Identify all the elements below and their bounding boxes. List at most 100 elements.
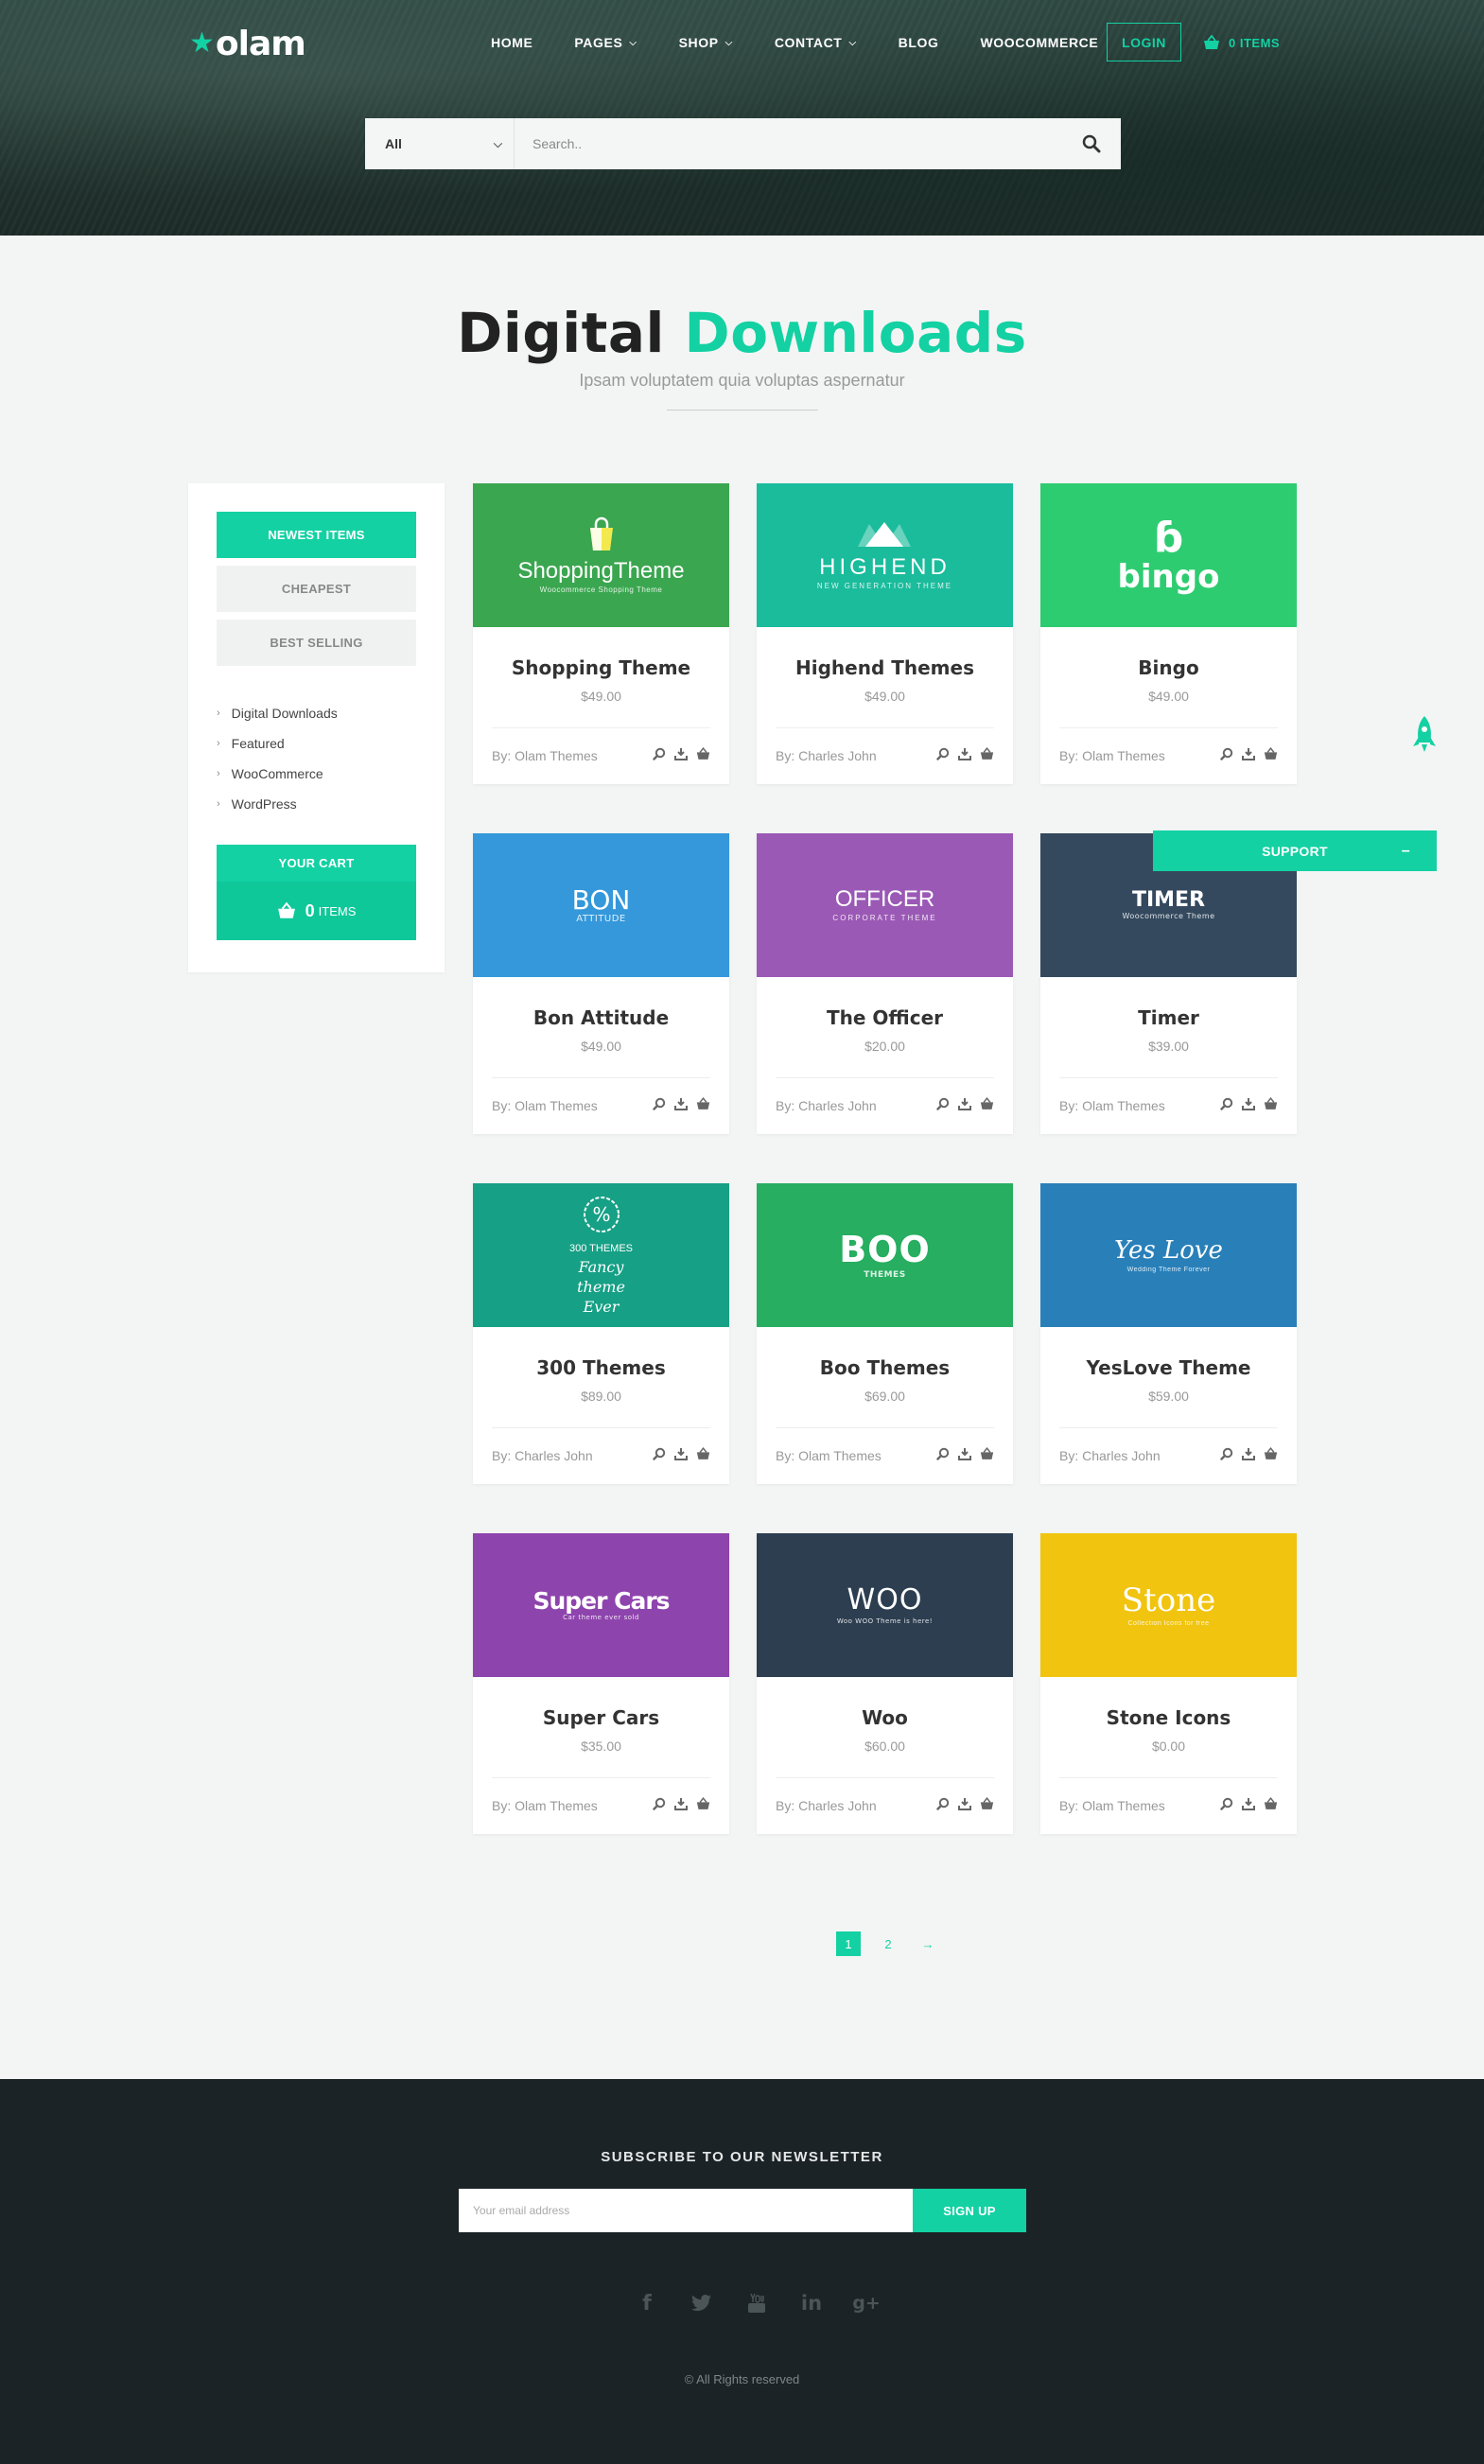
product-card[interactable]: Super Cars Car theme ever sold Super Cars $… — [473, 1533, 729, 1834]
add-to-cart-icon[interactable] — [980, 747, 994, 760]
download-icon[interactable] — [1242, 1447, 1255, 1460]
product-title[interactable]: 300 Themes — [473, 1356, 729, 1379]
quick-view-icon[interactable] — [653, 747, 666, 760]
quick-view-icon[interactable] — [936, 1797, 950, 1810]
nav-contact[interactable]: CONTACT ⌵ — [775, 35, 857, 50]
add-to-cart-icon[interactable] — [696, 747, 710, 760]
download-icon[interactable] — [1242, 1797, 1255, 1810]
twitter-icon[interactable] — [674, 2295, 729, 2312]
next-page-arrow-icon[interactable]: → — [916, 1931, 940, 1956]
download-icon[interactable] — [674, 1447, 688, 1460]
product-title[interactable]: Woo — [757, 1706, 1013, 1729]
add-to-cart-icon[interactable] — [980, 1447, 994, 1460]
product-card[interactable]: OFFICER CORPORATE THEME The Officer $20.00 B… — [757, 833, 1013, 1134]
product-author[interactable]: By: Olam Themes — [776, 1448, 882, 1463]
facebook-icon[interactable]: f — [620, 2292, 674, 2315]
product-author[interactable]: By: Charles John — [492, 1448, 593, 1463]
sort-cheapest-button[interactable]: CHEAPEST — [217, 566, 416, 612]
add-to-cart-icon[interactable] — [1264, 1447, 1278, 1460]
download-icon[interactable] — [958, 1097, 971, 1110]
product-title[interactable]: Super Cars — [473, 1706, 729, 1729]
add-to-cart-icon[interactable] — [1264, 1097, 1278, 1110]
product-title[interactable]: Highend Themes — [757, 656, 1013, 679]
product-card[interactable]: Stone Collection Icons for free Stone Icon… — [1040, 1533, 1297, 1834]
search-button[interactable] — [1062, 118, 1121, 169]
quick-view-icon[interactable] — [936, 1447, 950, 1460]
product-author[interactable]: By: Olam Themes — [1059, 1098, 1165, 1113]
product-thumbnail[interactable]: % 300 THEMES Fancy theme Ever — [473, 1183, 729, 1327]
header-cart-link[interactable]: 0 ITEMS — [1203, 23, 1280, 62]
product-card[interactable]: TIMER Woocommerce Theme Timer $39.00 By: Ola… — [1040, 833, 1297, 1134]
product-card[interactable]: Yes Love Wedding Theme Forever YesLove The… — [1040, 1183, 1297, 1484]
product-author[interactable]: By: Charles John — [776, 748, 877, 763]
product-author[interactable]: By: Olam Themes — [492, 1098, 598, 1113]
nav-woocommerce[interactable]: WOOCOMMERCE — [980, 35, 1098, 50]
product-author[interactable]: By: Olam Themes — [492, 1798, 598, 1813]
linkedin-icon[interactable]: in — [784, 2292, 839, 2315]
sort-newest-button[interactable]: NEWEST ITEMS — [217, 512, 416, 558]
product-card[interactable]: ɓ bingo Bingo $49.00 By: Olam Themes — [1040, 483, 1297, 784]
download-icon[interactable] — [674, 1097, 688, 1110]
product-thumbnail[interactable]: ɓ bingo — [1040, 483, 1297, 627]
product-title[interactable]: The Officer — [757, 1006, 1013, 1029]
page-1-button[interactable]: 1 — [836, 1931, 861, 1956]
search-category-select[interactable]: All ⌵ — [365, 118, 515, 169]
add-to-cart-icon[interactable] — [696, 1097, 710, 1110]
add-to-cart-icon[interactable] — [1264, 747, 1278, 760]
newsletter-email-input[interactable] — [459, 2189, 913, 2232]
add-to-cart-icon[interactable] — [696, 1447, 710, 1460]
product-author[interactable]: By: Charles John — [776, 1798, 877, 1813]
product-thumbnail[interactable]: BON ATTITUDE — [473, 833, 729, 977]
signup-button[interactable]: SIGN UP — [913, 2189, 1026, 2232]
quick-view-icon[interactable] — [1220, 1447, 1233, 1460]
login-button[interactable]: LOGIN — [1107, 23, 1181, 61]
quick-view-icon[interactable] — [1220, 1797, 1233, 1810]
product-title[interactable]: YesLove Theme — [1040, 1356, 1297, 1379]
product-title[interactable]: Boo Themes — [757, 1356, 1013, 1379]
product-card[interactable]: BOO THEMES Boo Themes $69.00 By: Olam Themes — [757, 1183, 1013, 1484]
nav-shop[interactable]: SHOP ⌵ — [679, 35, 733, 50]
rocket-icon[interactable] — [1412, 714, 1437, 760]
support-widget[interactable]: SUPPORT – — [1153, 830, 1437, 871]
add-to-cart-icon[interactable] — [980, 1797, 994, 1810]
add-to-cart-icon[interactable] — [980, 1097, 994, 1110]
add-to-cart-icon[interactable] — [1264, 1797, 1278, 1810]
quick-view-icon[interactable] — [653, 1797, 666, 1810]
quick-view-icon[interactable] — [653, 1097, 666, 1110]
category-digital-downloads[interactable]: › Digital Downloads — [217, 698, 338, 728]
nav-home[interactable]: HOME — [491, 35, 532, 50]
category-woocommerce[interactable]: › WooCommerce — [217, 759, 338, 789]
nav-pages[interactable]: PAGES ⌵ — [574, 35, 637, 50]
product-author[interactable]: By: Olam Themes — [492, 748, 598, 763]
product-thumbnail[interactable]: ShoppingTheme Woocommerce Shopping Theme — [473, 483, 729, 627]
quick-view-icon[interactable] — [936, 747, 950, 760]
product-author[interactable]: By: Olam Themes — [1059, 1798, 1165, 1813]
product-title[interactable]: Stone Icons — [1040, 1706, 1297, 1729]
product-thumbnail[interactable]: Super Cars Car theme ever sold — [473, 1533, 729, 1677]
download-icon[interactable] — [1242, 1097, 1255, 1110]
download-icon[interactable] — [674, 747, 688, 760]
product-author[interactable]: By: Charles John — [776, 1098, 877, 1113]
product-card[interactable]: % 300 THEMES Fancy theme Ever 300 Themes $89… — [473, 1183, 729, 1484]
product-author[interactable]: By: Charles John — [1059, 1448, 1161, 1463]
site-logo[interactable]: ★ olam — [189, 23, 306, 64]
download-icon[interactable] — [958, 1797, 971, 1810]
download-icon[interactable] — [958, 1447, 971, 1460]
minimize-icon[interactable]: – — [1402, 843, 1410, 860]
product-thumbnail[interactable]: Yes Love Wedding Theme Forever — [1040, 1183, 1297, 1327]
google-plus-icon[interactable]: g+ — [839, 2293, 894, 2314]
nav-blog[interactable]: BLOG — [899, 35, 939, 50]
category-featured[interactable]: › Featured — [217, 728, 338, 759]
product-title[interactable]: Bon Attitude — [473, 1006, 729, 1029]
sort-best-selling-button[interactable]: BEST SELLING — [217, 620, 416, 666]
category-wordpress[interactable]: › WordPress — [217, 789, 338, 819]
product-title[interactable]: Timer — [1040, 1006, 1297, 1029]
search-input[interactable] — [515, 118, 1062, 169]
quick-view-icon[interactable] — [1220, 1097, 1233, 1110]
product-thumbnail[interactable]: OFFICER CORPORATE THEME — [757, 833, 1013, 977]
product-card[interactable]: HIGHEND NEW GENERATION THEME Highend Theme… — [757, 483, 1013, 784]
sidebar-cart[interactable]: YOUR CART 0 ITEMS — [217, 845, 416, 940]
product-title[interactable]: Bingo — [1040, 656, 1297, 679]
download-icon[interactable] — [1242, 747, 1255, 760]
download-icon[interactable] — [958, 747, 971, 760]
